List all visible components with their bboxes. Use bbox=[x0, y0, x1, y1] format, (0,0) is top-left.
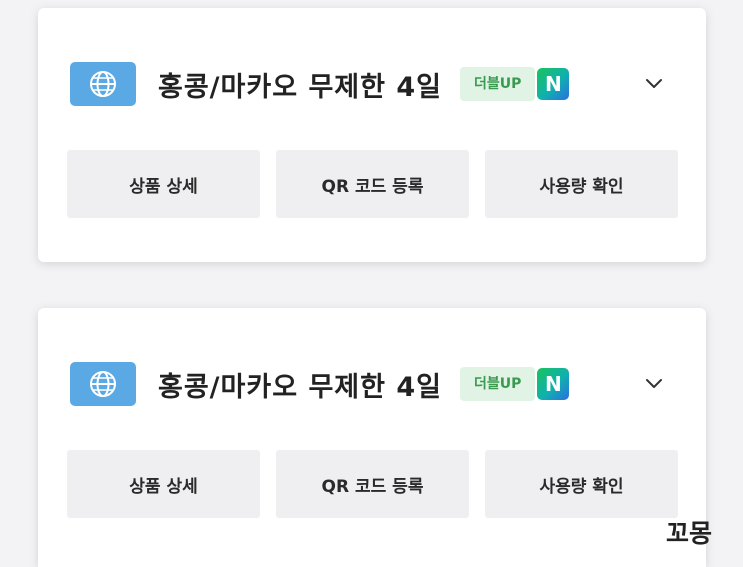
globe-icon bbox=[70, 362, 136, 406]
watermark-text: 꼬몽 bbox=[666, 519, 713, 548]
chevron-down-icon[interactable] bbox=[642, 72, 666, 96]
plan-title: 홍콩/마카오 무제한 4일 bbox=[158, 371, 443, 403]
double-up-badge: 더블UP bbox=[460, 367, 536, 401]
esim-plan-card: 홍콩/마카오 무제한 4일 더블UP N 상품 상세 QR 코드 등록 사용량 … bbox=[38, 8, 706, 262]
esim-plan-card: 홍콩/마카오 무제한 4일 더블UP N 상품 상세 QR 코드 등록 사용량 … bbox=[38, 308, 706, 567]
plan-header: 홍콩/마카오 무제한 4일 더블UP N bbox=[70, 62, 570, 106]
qr-code-register-button[interactable]: QR 코드 등록 bbox=[276, 450, 469, 518]
product-detail-button[interactable]: 상품 상세 bbox=[67, 450, 260, 518]
product-detail-button[interactable]: 상품 상세 bbox=[67, 150, 260, 218]
plan-header: 홍콩/마카오 무제한 4일 더블UP N bbox=[70, 362, 570, 406]
new-badge: N bbox=[537, 368, 570, 400]
new-badge: N bbox=[537, 68, 570, 100]
usage-check-button[interactable]: 사용량 확인 bbox=[485, 150, 678, 218]
double-up-badge: 더블UP bbox=[460, 67, 536, 101]
plan-title: 홍콩/마카오 무제한 4일 bbox=[158, 71, 443, 103]
chevron-down-icon[interactable] bbox=[642, 372, 666, 396]
qr-code-register-button[interactable]: QR 코드 등록 bbox=[276, 150, 469, 218]
usage-check-button[interactable]: 사용량 확인 bbox=[485, 450, 678, 518]
globe-icon bbox=[70, 62, 136, 106]
